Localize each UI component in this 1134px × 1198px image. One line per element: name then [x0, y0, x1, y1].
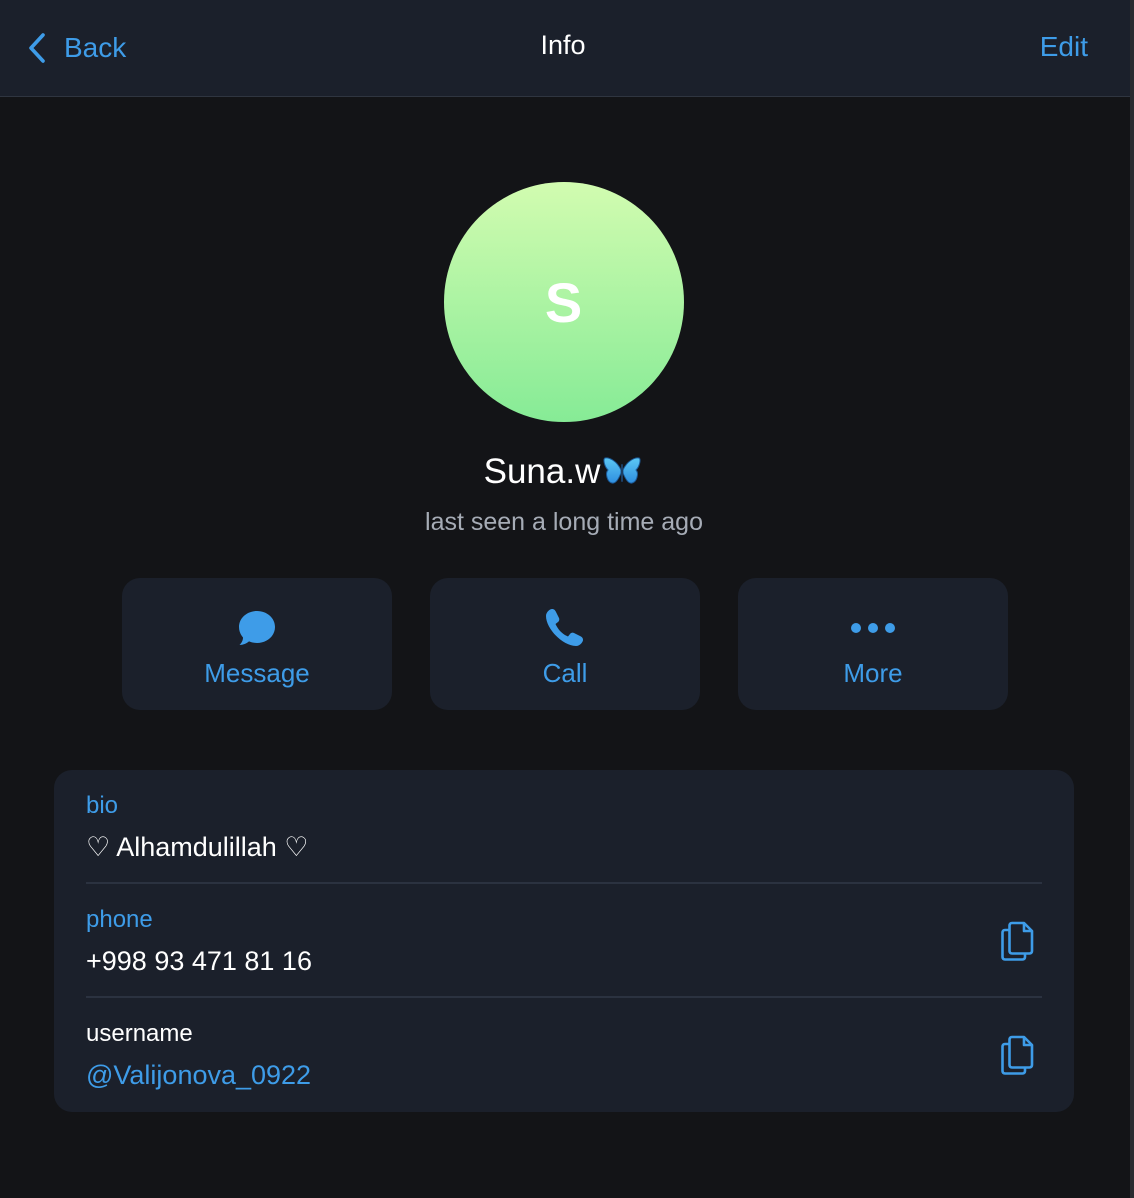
- username-value[interactable]: @Valijonova_0922: [86, 1060, 311, 1091]
- contact-name: Suna.w: [483, 452, 601, 491]
- message-button-label: Message: [204, 658, 310, 688]
- edit-button[interactable]: Edit: [1040, 31, 1088, 63]
- copy-username-button[interactable]: [996, 1032, 1040, 1078]
- contact-info-page: Back Info Edit S Suna.w last seen a long…: [0, 0, 1130, 1198]
- phone-value: +998 93 471 81 16: [86, 946, 312, 976]
- butterfly-icon: [603, 457, 641, 484]
- message-bubble-icon: [239, 611, 275, 645]
- more-button[interactable]: More: [738, 578, 1008, 710]
- more-button-label: More: [843, 658, 903, 688]
- phone-row[interactable]: phone +998 93 471 81 16: [86, 884, 1042, 998]
- avatar-initial: S: [544, 270, 584, 334]
- username-label: username: [86, 1020, 193, 1047]
- username-row[interactable]: username @Valijonova_0922: [86, 998, 1042, 1112]
- bio-label: bio: [86, 792, 119, 819]
- avatar[interactable]: S: [444, 182, 684, 422]
- phone-icon: [546, 609, 583, 646]
- bio-value: ♡ Alhamdulillah ♡: [86, 832, 309, 862]
- info-card: bio ♡ Alhamdulillah ♡ phone +998 93 471 …: [54, 770, 1074, 1112]
- bio-row[interactable]: bio ♡ Alhamdulillah ♡: [86, 770, 1042, 884]
- page-title: Info: [540, 30, 586, 60]
- copy-icon: [1001, 921, 1034, 961]
- copy-icon: [1001, 1035, 1034, 1075]
- last-seen-status: last seen a long time ago: [425, 508, 703, 536]
- phone-label: phone: [86, 906, 153, 933]
- window-edge: [1130, 0, 1134, 1198]
- more-dots-icon: [851, 623, 895, 633]
- copy-phone-button[interactable]: [996, 918, 1040, 964]
- message-button[interactable]: Message: [122, 578, 392, 710]
- navigation-bar: Back Info Edit: [0, 0, 1130, 97]
- call-button-label: Call: [542, 658, 588, 688]
- call-button[interactable]: Call: [430, 578, 700, 710]
- contact-name-row: Suna.w: [0, 452, 1126, 492]
